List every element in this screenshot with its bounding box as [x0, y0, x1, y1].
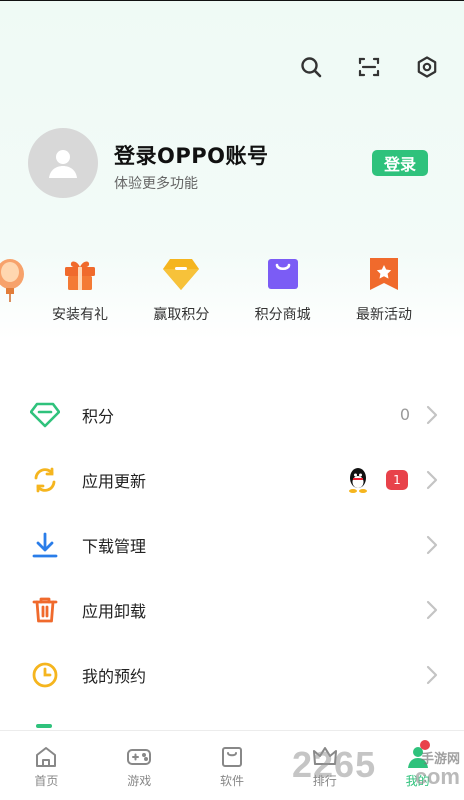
tab-label: 游戏 — [127, 774, 152, 788]
tab-ranking[interactable]: 排行 — [278, 731, 371, 800]
gamepad-icon — [126, 744, 152, 770]
bottom-nav: 首页 游戏 软件 排行 我的 — [0, 730, 464, 800]
next-menu-item-peek — [36, 724, 52, 728]
quick-action-label: 赢取积分 — [153, 307, 210, 323]
quick-action-label: 最新活动 — [355, 307, 412, 323]
lantern-decoration-icon[interactable] — [0, 258, 28, 302]
menu-list: 积分 0 应用更新 1 下载管理 应用卸载 我的预约 — [0, 382, 464, 707]
quick-actions: 安装有礼 赢取积分 积分商城 最新活动 — [30, 254, 434, 324]
quick-action-label: 安装有礼 — [52, 307, 108, 323]
header-actions — [296, 52, 442, 82]
profile-subtitle: 体验更多功能 — [114, 176, 198, 192]
home-icon — [33, 744, 59, 770]
quick-action-install-gift[interactable]: 安装有礼 — [30, 254, 130, 324]
tab-label: 排行 — [312, 774, 337, 788]
avatar[interactable] — [28, 128, 98, 198]
menu-item-uninstall[interactable]: 应用卸载 — [0, 577, 464, 642]
quick-action-latest-events[interactable]: 最新活动 — [334, 254, 434, 324]
tab-label: 我的 — [405, 774, 430, 788]
quick-action-points-mall[interactable]: 积分商城 — [233, 254, 333, 324]
diamond-icon — [161, 254, 201, 294]
tab-label: 软件 — [219, 774, 244, 788]
menu-item-download-manager[interactable]: 下载管理 — [0, 512, 464, 577]
login-button[interactable]: 登录 — [372, 150, 428, 176]
gift-icon — [60, 254, 100, 294]
tab-label: 首页 — [34, 774, 59, 788]
scan-icon[interactable] — [354, 52, 384, 82]
qq-app-icon — [349, 467, 367, 493]
menu-item-my-reservations[interactable]: 我的预约 — [0, 642, 464, 707]
shopping-bag-icon — [263, 254, 303, 294]
profile-name[interactable]: 登录OPPO账号 — [114, 140, 269, 170]
settings-icon[interactable] — [412, 52, 442, 82]
tab-mine[interactable]: 我的 — [371, 731, 464, 800]
status-bar-edge — [0, 0, 464, 1]
profile-card[interactable]: 登录OPPO账号 体验更多功能 登录 — [28, 128, 428, 200]
update-count-badge: 1 — [386, 469, 408, 490]
star-flag-icon — [364, 254, 404, 294]
tab-games[interactable]: 游戏 — [93, 731, 186, 800]
chevron-right-icon — [426, 470, 438, 489]
gem-icon — [30, 400, 60, 430]
tab-home[interactable]: 首页 — [0, 731, 93, 800]
chevron-right-icon — [426, 405, 438, 424]
chevron-right-icon — [426, 665, 438, 684]
menu-item-label: 应用卸载 — [82, 601, 147, 621]
crown-icon — [312, 744, 338, 770]
points-value: 0 — [399, 405, 410, 424]
menu-item-app-updates[interactable]: 应用更新 1 — [0, 447, 464, 512]
clock-icon — [30, 660, 60, 690]
refresh-icon — [30, 465, 60, 495]
menu-item-label: 应用更新 — [82, 471, 147, 491]
menu-item-label: 下载管理 — [82, 536, 147, 556]
app-box-icon — [219, 744, 245, 770]
download-icon — [30, 530, 60, 560]
chevron-right-icon — [426, 535, 438, 554]
menu-item-label: 积分 — [82, 406, 115, 426]
tab-software[interactable]: 软件 — [186, 731, 279, 800]
menu-item-label: 我的预约 — [82, 666, 147, 686]
menu-item-points[interactable]: 积分 0 — [0, 382, 464, 447]
quick-action-label: 积分商城 — [254, 307, 311, 323]
notification-dot — [420, 740, 430, 750]
chevron-right-icon — [426, 600, 438, 619]
trash-icon — [30, 595, 60, 625]
quick-action-earn-points[interactable]: 赢取积分 — [131, 254, 231, 324]
search-icon[interactable] — [296, 52, 326, 82]
